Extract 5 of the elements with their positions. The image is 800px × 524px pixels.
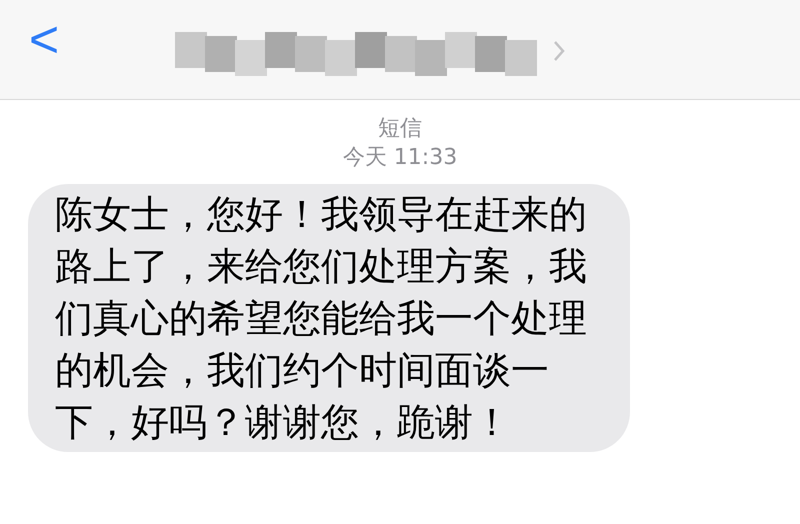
message-bubble: 陈女士，您好！我领导在赶来的路上了，来给您们处理方案，我们真心的希望您能给我一个处理的机会，我们约个时间面谈一下，好吗？谢谢您，跪谢！ — [28, 184, 630, 452]
service-label: 短信 — [378, 115, 422, 143]
back-button[interactable]: < — [24, 14, 64, 66]
chevron-right-icon[interactable] — [553, 40, 565, 62]
timestamp: 今天 11:33 — [342, 144, 458, 172]
